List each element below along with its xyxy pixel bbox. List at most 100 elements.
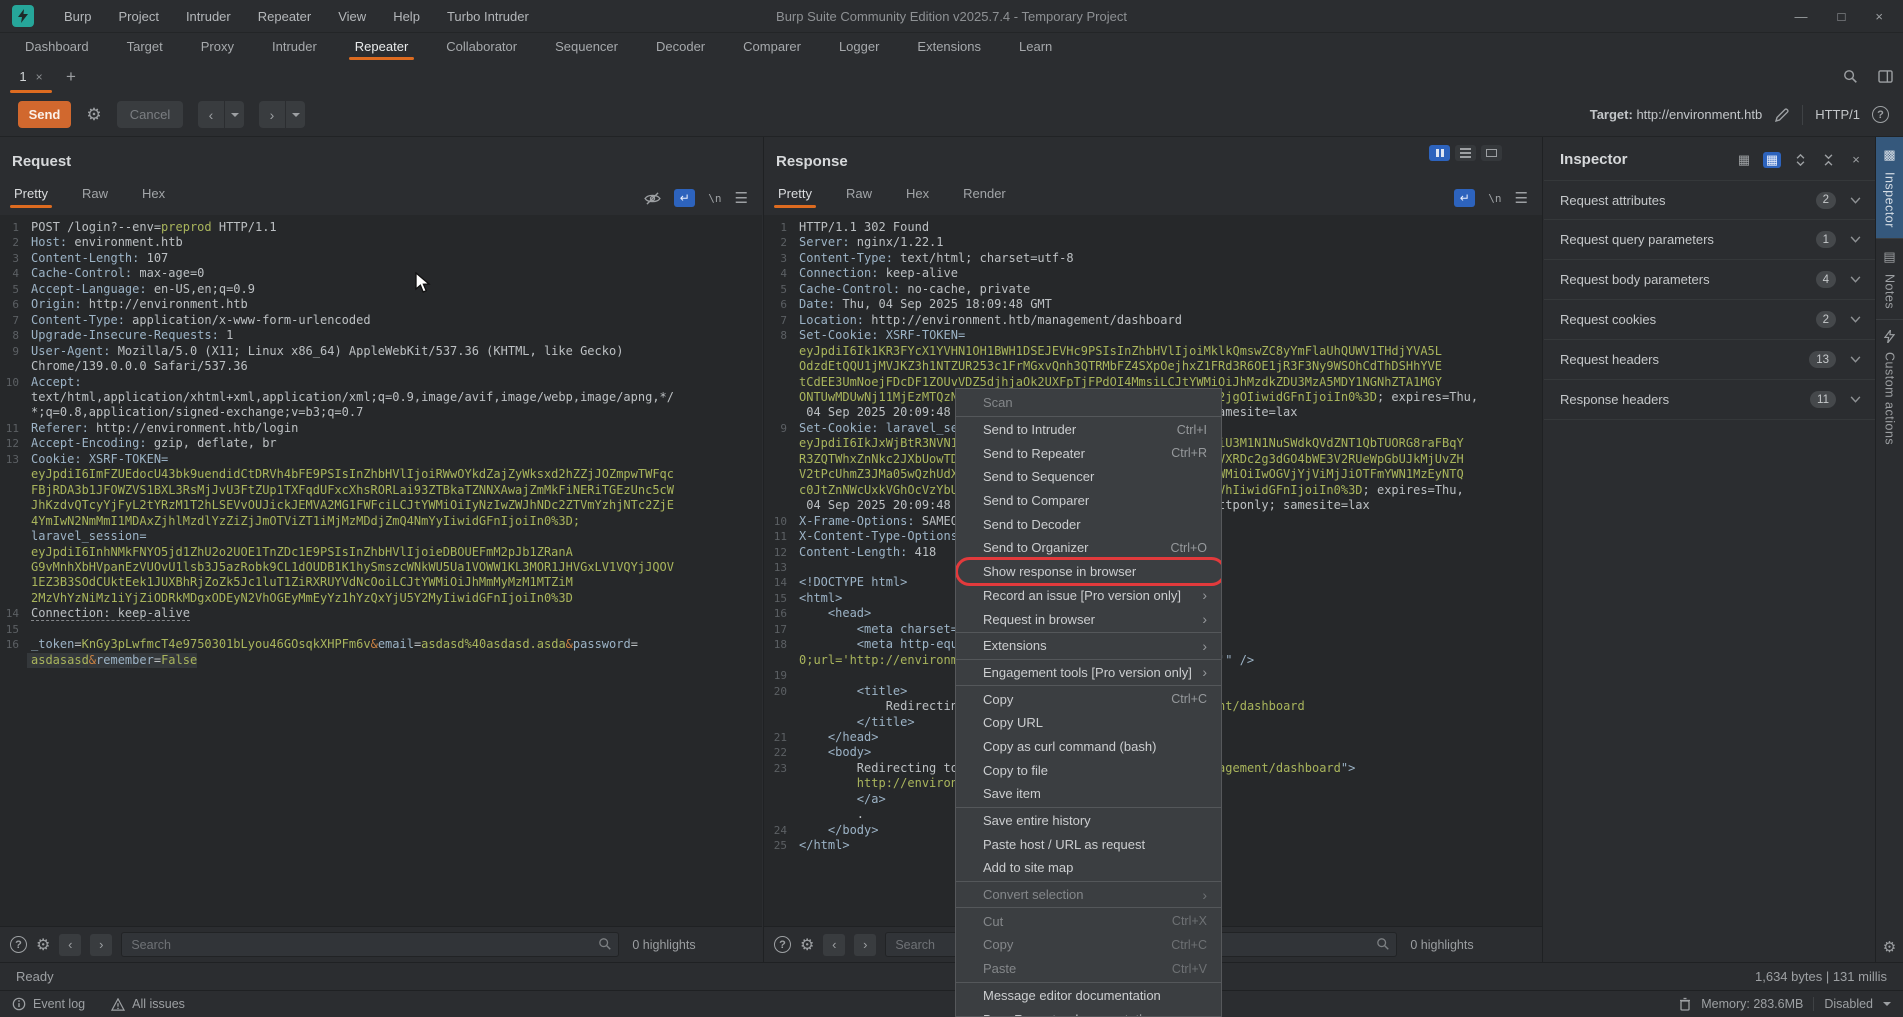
menu-item-send-to-organizer[interactable]: Send to OrganizerCtrl+O: [956, 536, 1221, 560]
response-tab-pretty[interactable]: Pretty: [778, 186, 812, 201]
wrap-lines-icon[interactable]: ↵: [674, 189, 695, 207]
request-tab-raw[interactable]: Raw: [82, 186, 108, 201]
trash-icon[interactable]: [1679, 997, 1691, 1011]
tab-repeater[interactable]: Repeater: [336, 33, 427, 60]
request-editor[interactable]: 1POST /login?--env=preprod HTTP/1.12Host…: [0, 215, 762, 926]
menu-item-copy[interactable]: CopyCtrl+C: [956, 687, 1221, 711]
response-tab-render[interactable]: Render: [963, 186, 1006, 201]
inspector-section-request-cookies[interactable]: Request cookies2: [1544, 300, 1875, 340]
menu-item-send-to-comparer[interactable]: Send to Comparer: [956, 489, 1221, 513]
menu-item-copy-as-curl-command-bash[interactable]: Copy as curl command (bash): [956, 735, 1221, 759]
cancel-button[interactable]: Cancel: [117, 101, 183, 128]
response-tab-hex[interactable]: Hex: [906, 186, 929, 201]
response-tab-raw[interactable]: Raw: [846, 186, 872, 201]
settings-gear-icon[interactable]: ⚙: [1876, 938, 1903, 956]
menu-help[interactable]: Help: [393, 9, 420, 24]
expand-all-icon[interactable]: [1791, 152, 1809, 168]
collapse-all-icon[interactable]: [1819, 152, 1837, 168]
menu-item-send-to-sequencer[interactable]: Send to Sequencer: [956, 465, 1221, 489]
maximize-button[interactable]: □: [1838, 9, 1846, 24]
editor-menu-icon[interactable]: ☰: [735, 189, 748, 207]
all-issues-item[interactable]: All issues: [111, 997, 185, 1011]
menu-item-send-to-decoder[interactable]: Send to Decoder: [956, 512, 1221, 536]
chevron-down-icon[interactable]: [1850, 356, 1861, 363]
minimize-button[interactable]: —: [1795, 9, 1808, 24]
strip-tab-inspector[interactable]: ▩ Inspector: [1876, 137, 1903, 238]
menu-item-copy-to-file[interactable]: Copy to file: [956, 758, 1221, 782]
menu-item-send-to-intruder[interactable]: Send to IntruderCtrl+I: [956, 418, 1221, 442]
menu-item-extensions[interactable]: Extensions›: [956, 634, 1221, 658]
menu-intruder[interactable]: Intruder: [186, 9, 231, 24]
menu-item-show-response-in-browser[interactable]: Show response in browser: [956, 560, 1221, 584]
chevron-down-icon[interactable]: [1850, 197, 1861, 204]
search-settings-gear-icon[interactable]: ⚙: [800, 935, 814, 955]
request-tab-pretty[interactable]: Pretty: [14, 186, 48, 201]
chevron-down-icon[interactable]: [1850, 396, 1861, 403]
menu-turbo-intruder[interactable]: Turbo Intruder: [447, 9, 529, 24]
history-forward-button[interactable]: ›: [259, 101, 286, 128]
strip-tab-notes[interactable]: ▤ Notes: [1876, 238, 1903, 319]
layout-tabs-button[interactable]: [1481, 145, 1502, 161]
tab-target[interactable]: Target: [108, 33, 182, 60]
inspector-section-response-headers[interactable]: Response headers11: [1544, 380, 1875, 420]
tab-collaborator[interactable]: Collaborator: [427, 33, 536, 60]
close-button[interactable]: ×: [1875, 9, 1883, 24]
help-icon[interactable]: ?: [1872, 106, 1889, 123]
send-settings-gear-icon[interactable]: ⚙: [82, 103, 106, 127]
menu-item-paste-host-url-as-request[interactable]: Paste host / URL as request: [956, 832, 1221, 856]
eye-off-icon[interactable]: [644, 192, 661, 205]
menu-item-save-item[interactable]: Save item: [956, 782, 1221, 806]
menu-item-record-an-issue-pro-version-only[interactable]: Record an issue [Pro version only]›: [956, 584, 1221, 608]
tab-dashboard[interactable]: Dashboard: [6, 33, 108, 60]
send-button[interactable]: Send: [18, 101, 71, 128]
magnifier-icon[interactable]: [1376, 937, 1390, 951]
search-help-icon[interactable]: ?: [10, 936, 27, 953]
menu-burp[interactable]: Burp: [64, 9, 91, 24]
add-tab-button[interactable]: +: [66, 67, 76, 87]
layout-columns-button[interactable]: [1429, 145, 1450, 161]
editor-menu-icon[interactable]: ☰: [1515, 189, 1528, 207]
tab-proxy[interactable]: Proxy: [182, 33, 253, 60]
search-icon[interactable]: [1843, 69, 1858, 84]
request-tab-hex[interactable]: Hex: [142, 186, 165, 201]
history-forward-dropdown[interactable]: [286, 101, 305, 128]
tab-logger[interactable]: Logger: [820, 33, 898, 60]
tab-learn[interactable]: Learn: [1000, 33, 1071, 60]
tab-intruder[interactable]: Intruder: [253, 33, 336, 60]
repeater-tab-1[interactable]: 1×: [8, 64, 54, 90]
inspector-section-request-headers[interactable]: Request headers13: [1544, 340, 1875, 380]
tab-comparer[interactable]: Comparer: [724, 33, 820, 60]
close-inspector-icon[interactable]: ×: [1847, 152, 1865, 168]
strip-tab-custom-actions[interactable]: Custom actions: [1876, 319, 1903, 455]
prev-match-button[interactable]: ‹: [59, 934, 81, 956]
menu-view[interactable]: View: [338, 9, 366, 24]
show-newlines-icon[interactable]: \n: [708, 192, 721, 205]
chevron-down-icon[interactable]: [1850, 316, 1861, 323]
protocol-label[interactable]: HTTP/1: [1815, 107, 1860, 122]
layout-panel-icon[interactable]: [1878, 70, 1893, 83]
event-log-item[interactable]: Event log: [12, 997, 85, 1011]
next-match-button[interactable]: ›: [90, 934, 112, 956]
menu-item-add-to-site-map[interactable]: Add to site map: [956, 856, 1221, 880]
prev-match-button[interactable]: ‹: [823, 934, 845, 956]
request-search-input[interactable]: [121, 932, 619, 957]
magnifier-icon[interactable]: [598, 937, 612, 951]
show-newlines-icon[interactable]: \n: [1488, 192, 1501, 205]
menu-item-engagement-tools-pro-version-only[interactable]: Engagement tools [Pro version only]›: [956, 661, 1221, 685]
inspector-section-request-attributes[interactable]: Request attributes2: [1544, 180, 1875, 220]
edit-target-pencil-icon[interactable]: [1774, 107, 1790, 123]
menu-item-copy-url[interactable]: Copy URL: [956, 711, 1221, 735]
search-settings-gear-icon[interactable]: ⚙: [36, 935, 50, 955]
wrap-lines-icon[interactable]: ↵: [1454, 189, 1475, 207]
menu-item-send-to-repeater[interactable]: Send to RepeaterCtrl+R: [956, 441, 1221, 465]
chevron-down-icon[interactable]: [1883, 1002, 1891, 1006]
tab-extensions[interactable]: Extensions: [898, 33, 1000, 60]
menu-item-message-editor-documentation[interactable]: Message editor documentation: [956, 984, 1221, 1008]
menu-repeater[interactable]: Repeater: [258, 9, 311, 24]
tab-decoder[interactable]: Decoder: [637, 33, 724, 60]
inspector-section-request-query-parameters[interactable]: Request query parameters1: [1544, 220, 1875, 260]
layout-rows-button[interactable]: [1455, 145, 1476, 161]
chevron-down-icon[interactable]: [1850, 236, 1861, 243]
history-back-dropdown[interactable]: [225, 101, 244, 128]
search-help-icon[interactable]: ?: [774, 936, 791, 953]
